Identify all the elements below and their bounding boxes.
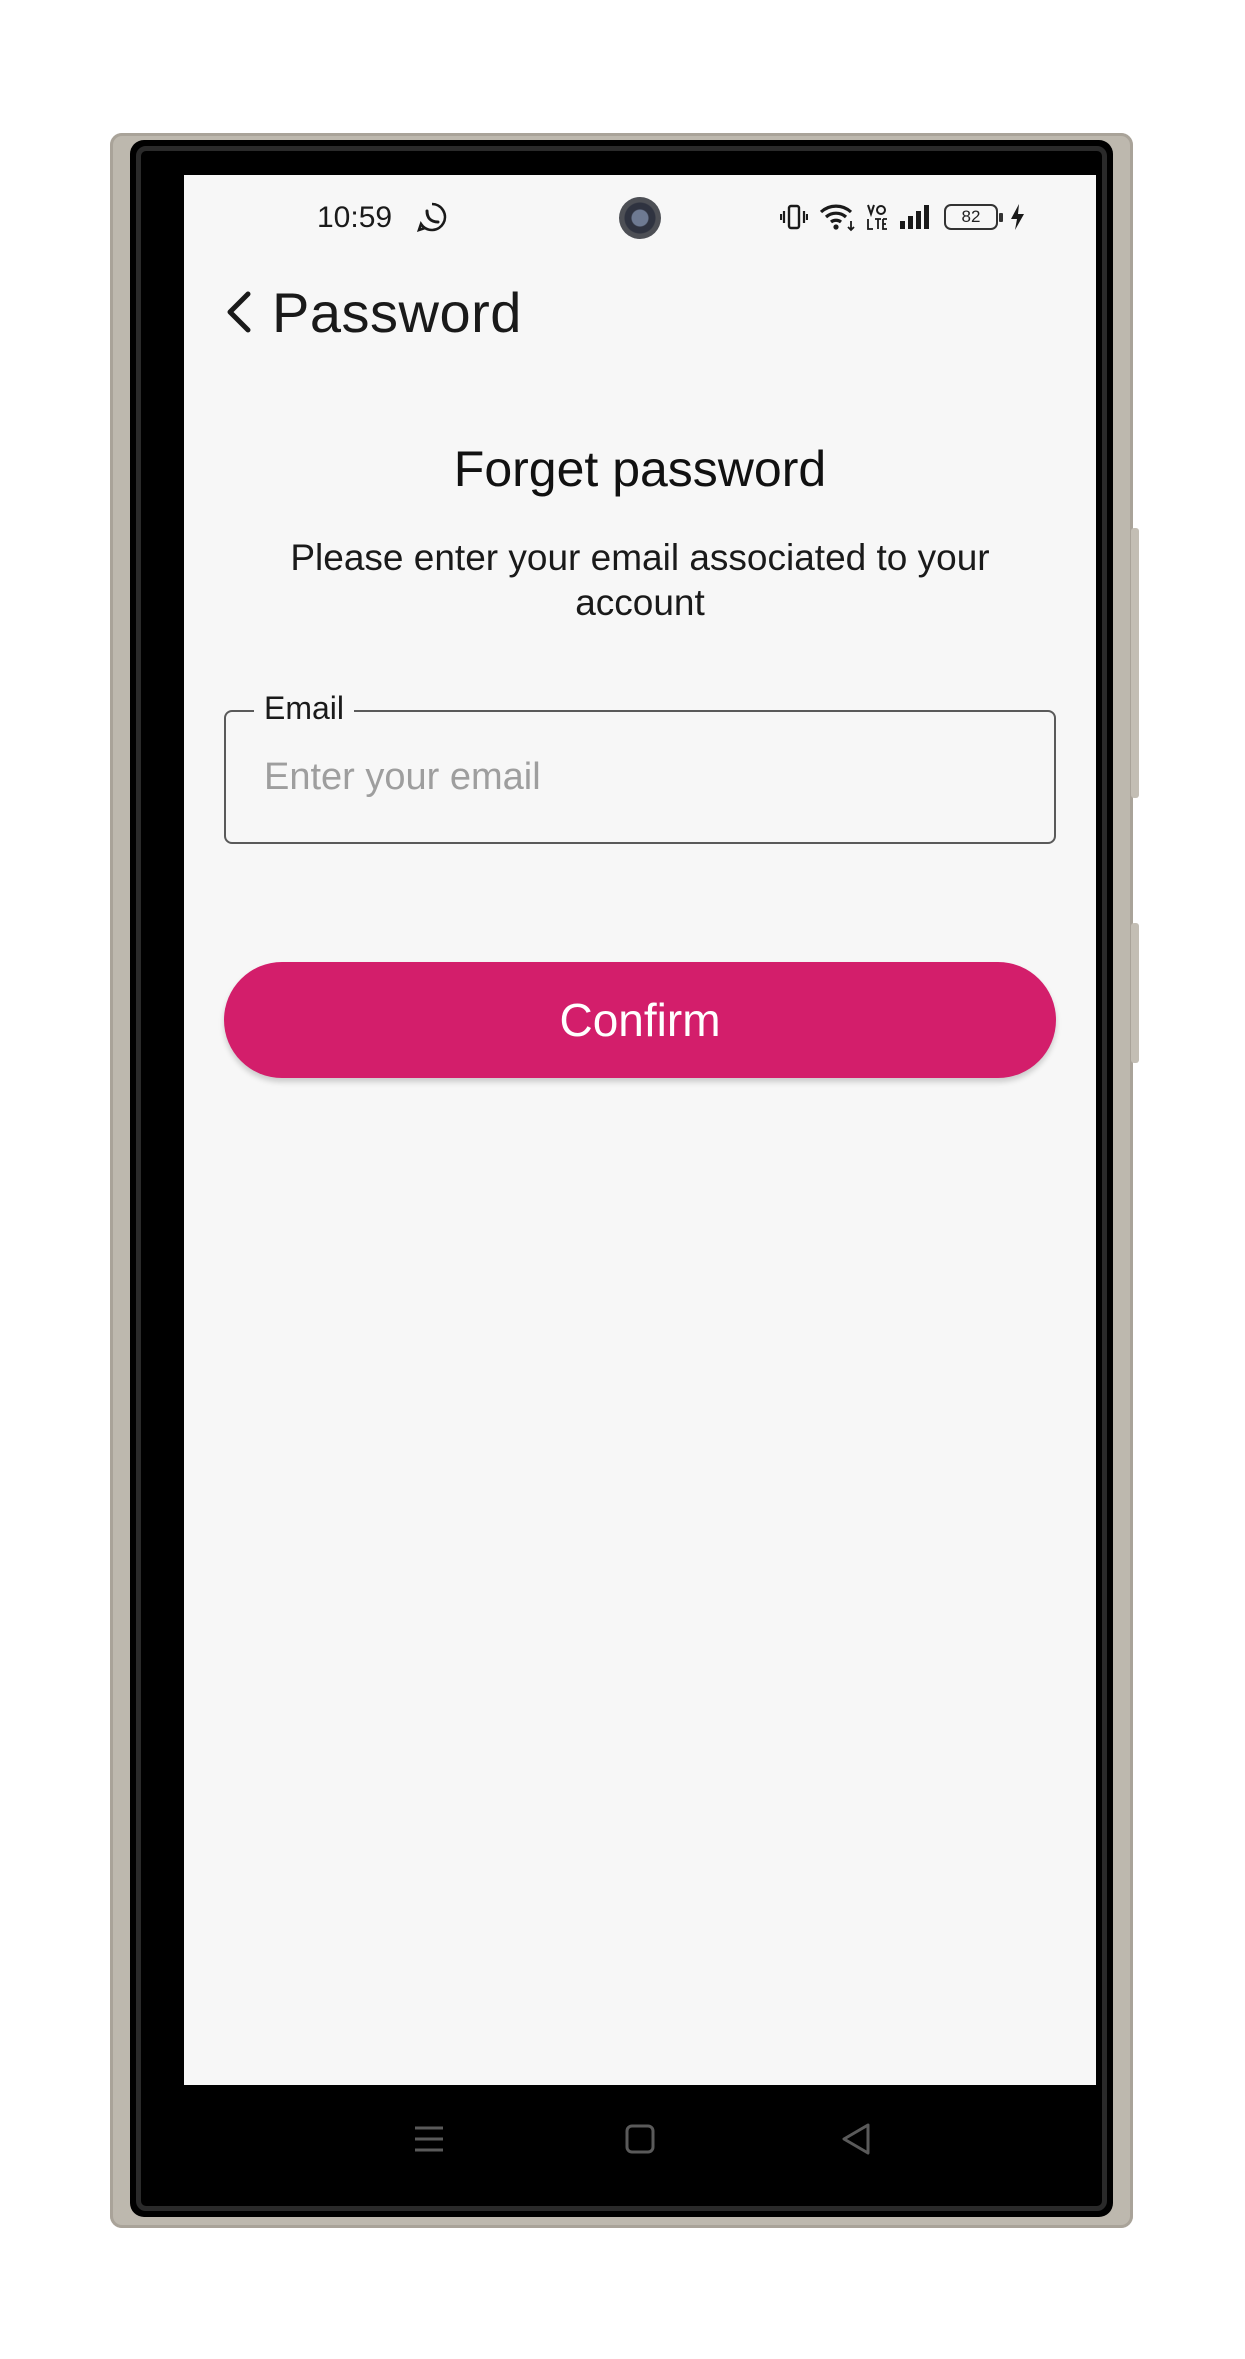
whatsapp-status-icon xyxy=(416,202,447,233)
recents-icon[interactable] xyxy=(403,2113,455,2165)
vibrate-icon xyxy=(780,204,808,230)
status-icons: 82 xyxy=(780,199,1026,235)
volte-icon xyxy=(867,204,887,230)
volume-button xyxy=(1131,528,1139,798)
status-bar: 10:59 82 xyxy=(184,175,1096,245)
email-field-label: Email xyxy=(254,690,355,727)
wifi-icon xyxy=(819,204,855,232)
status-time: 10:59 xyxy=(317,201,393,234)
battery-icon: 82 xyxy=(944,204,1003,230)
signal-icon xyxy=(900,205,929,229)
battery-level: 82 xyxy=(961,207,981,226)
form-subtitle: Please enter your email associated to yo… xyxy=(290,537,990,623)
page-title: Password xyxy=(272,281,522,344)
phone-bezel: 10:59 82 Password Forget password Please… xyxy=(130,140,1113,2217)
system-nav-bar xyxy=(184,2085,1096,2193)
back-icon[interactable] xyxy=(830,2113,882,2165)
app-bar: Password xyxy=(184,270,1096,350)
chevron-left-icon[interactable] xyxy=(222,288,256,336)
power-button xyxy=(1131,923,1139,1063)
confirm-button[interactable]: Confirm xyxy=(224,962,1056,1078)
form-heading: Forget password xyxy=(453,441,827,497)
front-camera xyxy=(619,197,661,239)
charging-icon xyxy=(1011,204,1024,230)
screen: 10:59 82 Password Forget password Please… xyxy=(184,175,1096,2085)
email-input[interactable] xyxy=(264,752,1024,802)
home-icon[interactable] xyxy=(614,2113,666,2165)
email-field[interactable]: Email xyxy=(224,690,1056,844)
phone-frame: 10:59 82 Password Forget password Please… xyxy=(110,133,1139,2228)
